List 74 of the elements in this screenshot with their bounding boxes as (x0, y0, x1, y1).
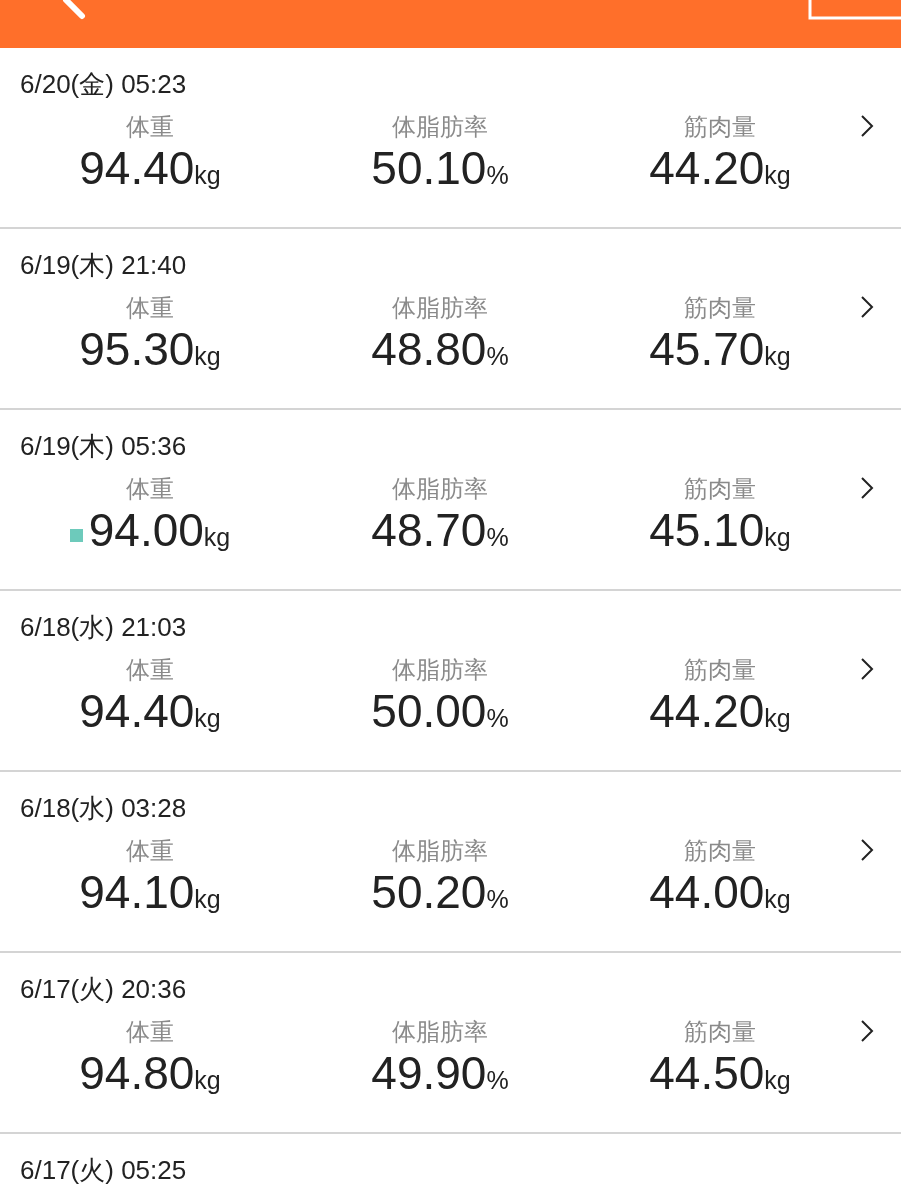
record-row[interactable]: 6/19(木) 05:36 体重 94.00kg 体脂肪率 48.70% 筋肉量 45.10kg (0, 410, 901, 591)
metric-unit: % (486, 885, 509, 914)
chevron-icon[interactable] (860, 838, 874, 862)
chevron-icon[interactable] (860, 476, 874, 500)
metric-value: 45.10 (649, 504, 765, 556)
metric-value: 49.90 (371, 1047, 487, 1099)
metric-label: 体重 (126, 836, 174, 866)
metric-unit: % (486, 1066, 509, 1095)
metric-value: 94.80 (79, 1047, 195, 1099)
metric-unit: kg (203, 523, 231, 552)
chevron-icon[interactable] (860, 295, 874, 319)
metric-unit: % (486, 161, 509, 190)
record-datetime: 6/17(火) 20:36 (20, 973, 188, 1005)
metric-label: 体脂肪率 (392, 474, 488, 504)
metric-label: 筋肉量 (684, 836, 756, 866)
metric-value: 44.20 (649, 142, 765, 194)
metric-value: 50.10 (371, 142, 487, 194)
record-datetime: 6/20(金) 05:23 (20, 68, 188, 100)
record-row[interactable]: 6/17(火) 05:25 (0, 1134, 901, 1200)
metric-value: 44.20 (649, 685, 765, 737)
metric-unit: kg (764, 704, 791, 733)
metric-label: 体重 (126, 293, 174, 323)
metric-label: 体脂肪率 (392, 836, 488, 866)
metric-unit: % (486, 342, 509, 371)
metric-value: 48.70 (371, 504, 487, 556)
metric-label: 体重 (126, 655, 174, 685)
record-datetime: 6/18(水) 21:03 (20, 611, 188, 643)
metric-unit: % (486, 704, 509, 733)
metric-unit: kg (194, 1066, 221, 1095)
record-row[interactable]: 6/18(水) 03:28 体重 94.10kg 体脂肪率 50.20% 筋肉量 44.00kg (0, 772, 901, 953)
metric-label: 体重 (126, 112, 174, 142)
record-datetime: 6/19(木) 21:40 (20, 249, 188, 281)
metric-unit: kg (194, 161, 221, 190)
metric-label: 筋肉量 (684, 293, 756, 323)
record-datetime: 6/18(水) 03:28 (20, 792, 188, 824)
record-datetime: 6/17(火) 05:25 (20, 1154, 188, 1186)
metric-label: 体脂肪率 (392, 112, 488, 142)
metric-label: 体脂肪率 (392, 1017, 488, 1047)
metric-value: 94.00 (88, 504, 204, 556)
metric-label: 体脂肪率 (392, 293, 488, 323)
metric-unit: kg (764, 342, 791, 371)
record-row[interactable]: 6/17(火) 20:36 体重 94.80kg 体脂肪率 49.90% 筋肉量 44.50kg (0, 953, 901, 1134)
metric-label: 筋肉量 (684, 474, 756, 504)
metric-label: 体脂肪率 (392, 655, 488, 685)
metric-value: 50.20 (371, 866, 487, 918)
metric-value: 48.80 (371, 323, 487, 375)
metric-value: 44.00 (649, 866, 765, 918)
metric-unit: kg (194, 342, 221, 371)
metric-label: 筋肉量 (684, 112, 756, 142)
metric-label: 体重 (126, 474, 174, 504)
record-datetime: 6/19(木) 05:36 (20, 430, 188, 462)
metric-value: 95.30 (79, 323, 195, 375)
metric-unit: kg (764, 885, 791, 914)
metric-unit: kg (764, 161, 791, 190)
metric-label: 筋肉量 (684, 655, 756, 685)
chevron-icon[interactable] (860, 657, 874, 681)
record-row[interactable]: 6/18(水) 21:03 体重 94.40kg 体脂肪率 50.00% 筋肉量 44.20kg (0, 591, 901, 772)
metric-value: 50.00 (371, 685, 487, 737)
record-row[interactable]: 6/20(金) 05:23 体重 94.40kg 体脂肪率 50.10% 筋肉量 44.20kg (0, 48, 901, 229)
record-row[interactable]: 6/19(木) 21:40 体重 95.30kg 体脂肪率 48.80% 筋肉量 45.70kg (0, 229, 901, 410)
chevron-icon[interactable] (860, 114, 874, 138)
metric-label: 体重 (126, 1017, 174, 1047)
metric-value: 44.50 (649, 1047, 765, 1099)
metric-unit: % (486, 523, 509, 552)
metric-value: 94.10 (79, 866, 195, 918)
metric-unit: kg (764, 1066, 791, 1095)
metric-value: 94.40 (79, 685, 195, 737)
metric-unit: kg (764, 523, 791, 552)
metric-unit: kg (194, 704, 221, 733)
metric-value: 94.40 (79, 142, 195, 194)
metric-value: 45.70 (649, 323, 765, 375)
chevron-icon[interactable] (860, 1019, 874, 1043)
metric-label: 筋肉量 (684, 1017, 756, 1047)
metric-unit: kg (194, 885, 221, 914)
